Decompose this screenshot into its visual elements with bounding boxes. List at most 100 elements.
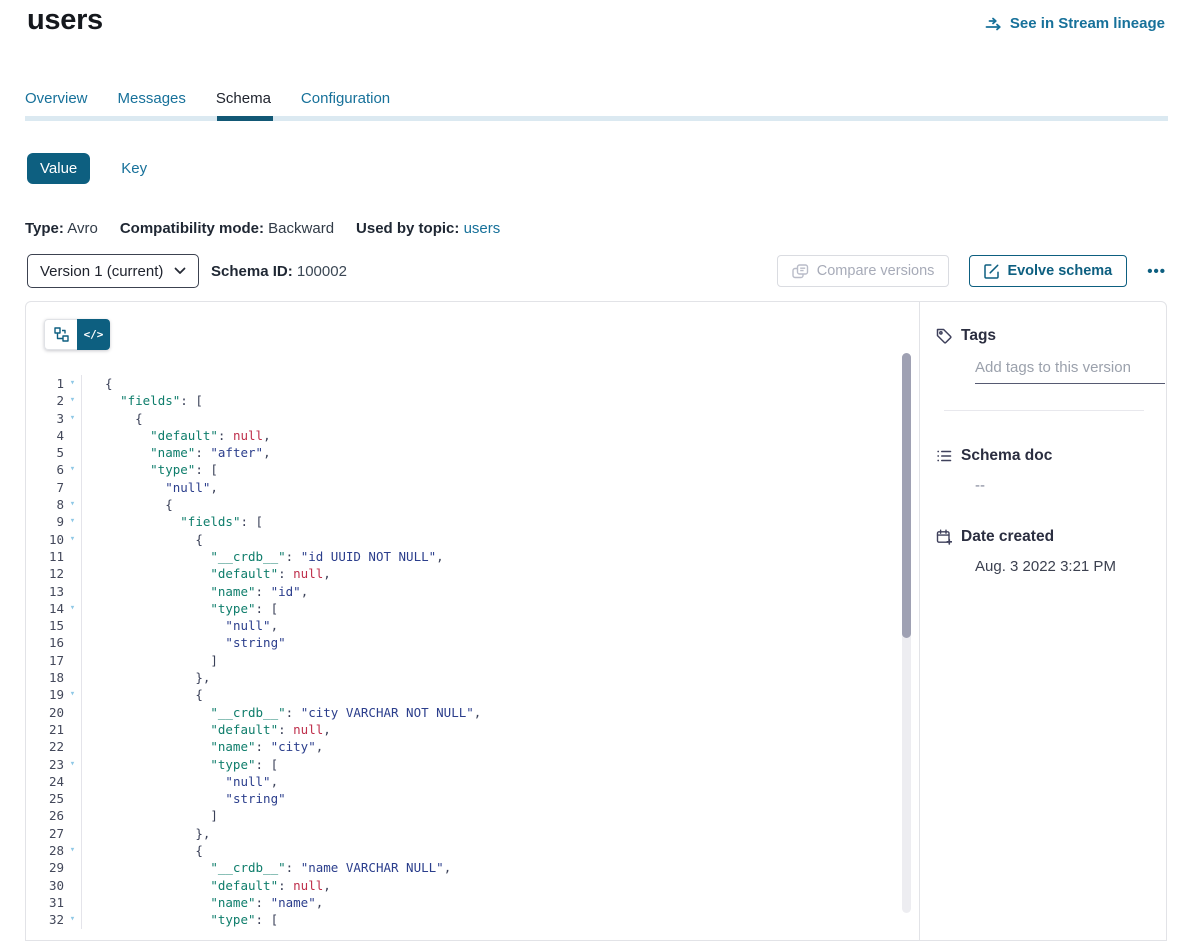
- fold-arrow-icon[interactable]: ▾: [64, 410, 82, 427]
- fold-arrow-icon[interactable]: ▾: [64, 686, 82, 703]
- line-number: 30: [26, 877, 64, 894]
- code-text: "default": null,: [82, 721, 331, 738]
- more-options-button[interactable]: •••: [1141, 262, 1172, 281]
- fold-spacer: [64, 669, 82, 686]
- evolve-schema-button[interactable]: Evolve schema: [969, 255, 1127, 287]
- schema-doc-heading-row: Schema doc: [936, 447, 1150, 465]
- chevron-down-icon: [174, 267, 186, 275]
- line-number: 18: [26, 669, 64, 686]
- fold-arrow-icon[interactable]: ▾: [64, 392, 82, 409]
- code-text: "default": null,: [82, 877, 331, 894]
- code-text: "name": "id",: [82, 583, 308, 600]
- code-line: 6▾ "type": [: [26, 461, 905, 478]
- tags-heading: Tags: [961, 327, 996, 345]
- line-number: 2: [26, 392, 64, 409]
- code-text: "fields": [: [82, 392, 203, 409]
- fold-arrow-icon[interactable]: ▾: [64, 756, 82, 773]
- tag-icon: [936, 328, 952, 344]
- compare-versions-button[interactable]: Compare versions: [777, 255, 950, 287]
- line-number: 6: [26, 461, 64, 478]
- date-created-heading-row: Date created: [936, 528, 1150, 546]
- fold-spacer: [64, 548, 82, 565]
- code-text: "name": "after",: [82, 444, 271, 461]
- line-number: 3: [26, 410, 64, 427]
- line-number: 7: [26, 479, 64, 496]
- schema-id-value: 100002: [297, 263, 347, 280]
- value-toggle-button[interactable]: Value: [27, 153, 90, 184]
- fold-spacer: [64, 634, 82, 651]
- fold-spacer: [64, 444, 82, 461]
- see-in-stream-lineage-link[interactable]: See in Stream lineage: [985, 15, 1165, 32]
- code-text: "fields": [: [82, 513, 263, 530]
- line-number: 1: [26, 375, 64, 392]
- fold-arrow-icon[interactable]: ▾: [64, 375, 82, 392]
- code-text: {: [82, 531, 203, 548]
- evolve-schema-label: Evolve schema: [1007, 263, 1112, 279]
- code-line: 7 "null",: [26, 479, 905, 496]
- fold-arrow-icon[interactable]: ▾: [64, 911, 82, 928]
- fold-spacer: [64, 807, 82, 824]
- code-text: {: [82, 842, 203, 859]
- fold-arrow-icon[interactable]: ▾: [64, 531, 82, 548]
- code-line: 1▾{: [26, 375, 905, 392]
- calendar-plus-icon: [936, 529, 952, 545]
- tab-schema[interactable]: Schema: [216, 90, 271, 107]
- schema-panel: </> 1▾{2▾ "fields": [3▾ {4 "default": nu…: [25, 301, 1167, 941]
- line-number: 12: [26, 565, 64, 582]
- code-text: {: [82, 410, 143, 427]
- code-line: 18 },: [26, 669, 905, 686]
- fold-arrow-icon[interactable]: ▾: [64, 496, 82, 513]
- line-number: 21: [26, 721, 64, 738]
- code-line: 13 "name": "id",: [26, 583, 905, 600]
- fold-spacer: [64, 704, 82, 721]
- add-tags-input[interactable]: [975, 359, 1165, 384]
- tree-view-toggle[interactable]: [44, 319, 77, 350]
- schema-doc-heading: Schema doc: [961, 447, 1052, 465]
- compatibility-label: Compatibility mode:: [120, 220, 264, 237]
- fold-arrow-icon[interactable]: ▾: [64, 600, 82, 617]
- line-number: 29: [26, 859, 64, 876]
- code-line: 30 "default": null,: [26, 877, 905, 894]
- topic-link[interactable]: users: [464, 220, 501, 237]
- fold-spacer: [64, 427, 82, 444]
- code-text: ]: [82, 807, 218, 824]
- editor-scrollbar-thumb[interactable]: [902, 353, 911, 638]
- schema-code-editor[interactable]: </> 1▾{2▾ "fields": [3▾ {4 "default": nu…: [26, 302, 920, 940]
- sidebar-divider: [944, 410, 1144, 411]
- code-text: "type": [: [82, 461, 218, 478]
- tab-messages[interactable]: Messages: [118, 90, 186, 107]
- fold-arrow-icon[interactable]: ▾: [64, 461, 82, 478]
- editor-view-toggle: </>: [44, 319, 110, 350]
- code-line: 2▾ "fields": [: [26, 392, 905, 409]
- value-key-toggle: Value Key: [27, 153, 153, 184]
- schema-meta-row: Type: Avro Compatibility mode: Backward …: [25, 220, 500, 237]
- line-number: 14: [26, 600, 64, 617]
- type-field: Type: Avro: [25, 220, 98, 237]
- editor-scrollbar[interactable]: [902, 353, 911, 913]
- code-line: 5 "name": "after",: [26, 444, 905, 461]
- code-line: 4 "default": null,: [26, 427, 905, 444]
- line-number: 22: [26, 738, 64, 755]
- tab-underline-track: [25, 116, 1168, 121]
- code-line: 28▾ {: [26, 842, 905, 859]
- version-select[interactable]: Version 1 (current): [27, 254, 199, 288]
- code-view-toggle[interactable]: </>: [77, 319, 110, 350]
- code-line: 25 "string": [26, 790, 905, 807]
- code-line: 12 "default": null,: [26, 565, 905, 582]
- tab-overview[interactable]: Overview: [25, 90, 88, 107]
- fold-arrow-icon[interactable]: ▾: [64, 513, 82, 530]
- list-icon: [936, 448, 952, 464]
- stream-lineage-icon: [985, 17, 1003, 31]
- fold-spacer: [64, 825, 82, 842]
- active-tab-underline: [217, 116, 273, 121]
- edit-icon: [984, 264, 999, 279]
- code-line: 29 "__crdb__": "name VARCHAR NULL",: [26, 859, 905, 876]
- code-view-icon: </>: [84, 328, 104, 341]
- tab-configuration[interactable]: Configuration: [301, 90, 390, 107]
- tab-bar: Overview Messages Schema Configuration: [25, 90, 390, 107]
- fold-arrow-icon[interactable]: ▾: [64, 842, 82, 859]
- key-toggle-button[interactable]: Key: [115, 159, 153, 178]
- fold-spacer: [64, 583, 82, 600]
- schema-metadata-sidebar: Tags Schema doc --: [920, 302, 1166, 940]
- tags-section: Tags: [936, 327, 1150, 411]
